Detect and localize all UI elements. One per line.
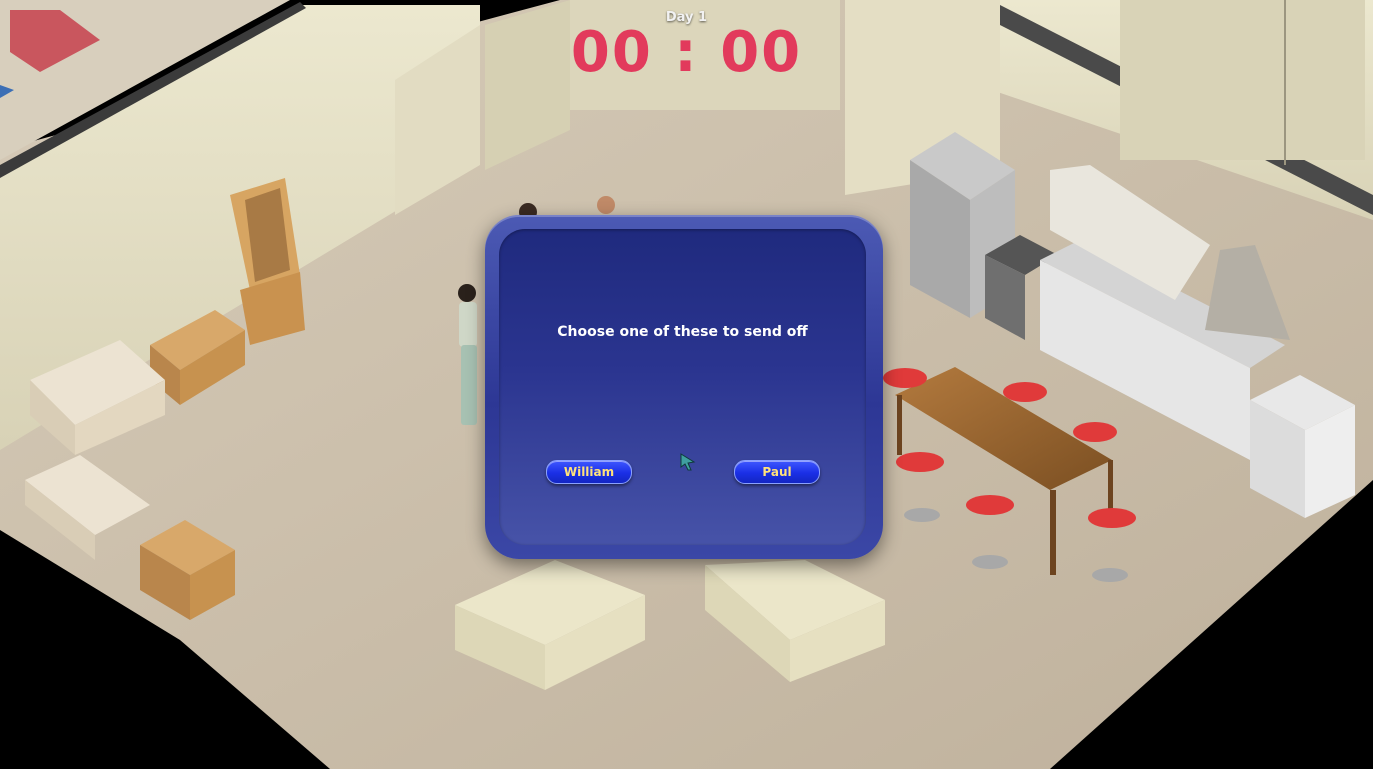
- dialog-prompt: Choose one of these to send off: [557, 324, 808, 340]
- countdown-timer: 00 : 00: [570, 20, 803, 85]
- arrow-cursor-icon: [680, 453, 696, 471]
- choice-button-william[interactable]: William: [546, 460, 632, 484]
- choice-dialog: Choose one of these to send off William …: [485, 215, 883, 559]
- dishwasher: [1250, 375, 1355, 518]
- choice-dialog-panel: Choose one of these to send off William …: [499, 229, 866, 545]
- choice-button-paul[interactable]: Paul: [734, 460, 820, 484]
- character-head-2: [597, 196, 615, 214]
